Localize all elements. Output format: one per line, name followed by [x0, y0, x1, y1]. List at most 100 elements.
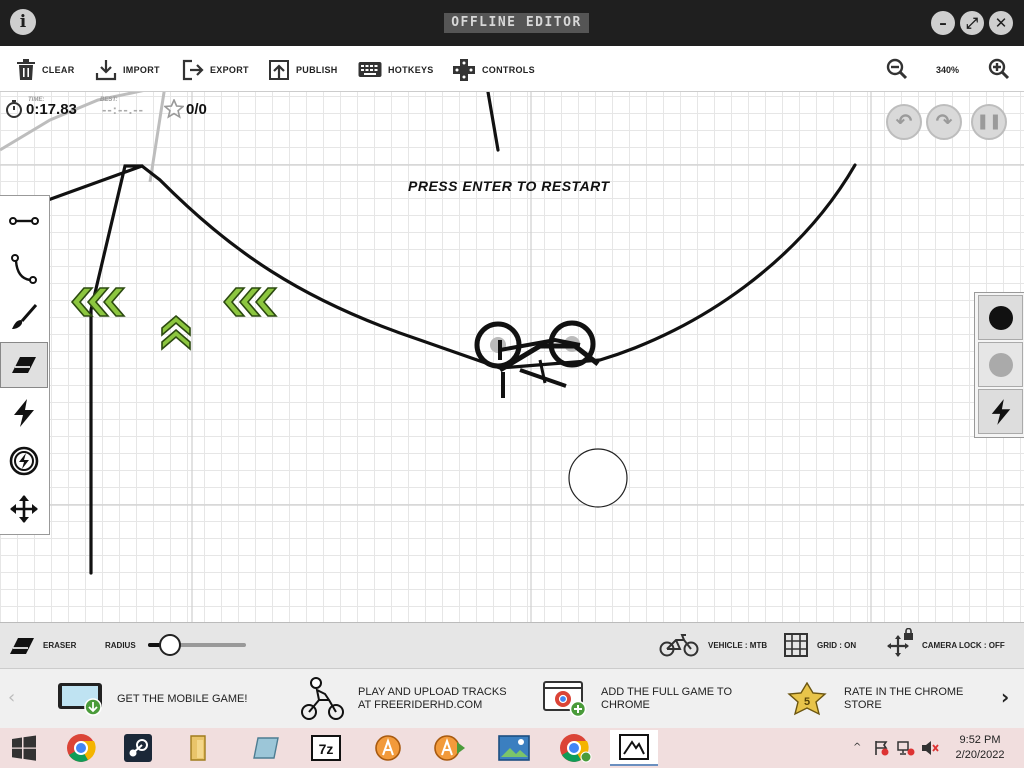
- svg-text:5: 5: [804, 696, 810, 708]
- hotkeys-button[interactable]: HOTKEYS: [358, 58, 434, 82]
- import-button[interactable]: IMPORT: [95, 58, 160, 82]
- move-icon[interactable]: [0, 486, 48, 532]
- zoom-in-icon[interactable]: [988, 58, 1010, 80]
- hotkeys-label: HOTKEYS: [388, 65, 434, 75]
- stopwatch-icon: [6, 100, 22, 118]
- 7zip-icon[interactable]: 7z: [302, 730, 350, 766]
- line-type-panel: [974, 292, 1024, 438]
- promo-freeriderhd[interactable]: PLAY AND UPLOAD TRACKS AT FREERIDERHD.CO…: [300, 677, 508, 721]
- keyboard-icon: [358, 62, 382, 77]
- promo-bar: ‹ GET THE MOBILE GAME! PLAY AND UPLOAD T…: [0, 668, 1024, 728]
- windows-start-icon[interactable]: [0, 730, 48, 766]
- import-icon: [95, 60, 117, 81]
- promo-chrome[interactable]: ADD THE FULL GAME TO CHROME: [543, 677, 751, 721]
- vehicle-setting[interactable]: VEHICLE : MTB: [708, 641, 767, 650]
- camera-lock-icon: [887, 628, 913, 657]
- redo-icon[interactable]: ↷: [926, 104, 962, 140]
- promo-freeriderhd-text: PLAY AND UPLOAD TRACKS AT FREERIDERHD.CO…: [358, 686, 507, 711]
- eraser-icon: [10, 638, 34, 654]
- time-value: 0:17.83: [26, 101, 77, 118]
- curve-icon[interactable]: [0, 246, 48, 292]
- export-label: EXPORT: [210, 65, 249, 75]
- promo-next-icon[interactable]: ›: [1001, 685, 1009, 709]
- app-icon-1[interactable]: [364, 730, 412, 766]
- tool-panel: [0, 195, 50, 535]
- promo-rate-text: RATE IN THE CHROME STORE: [844, 686, 964, 711]
- controls-button[interactable]: CONTROLS: [452, 58, 535, 82]
- brush-icon[interactable]: [0, 294, 48, 340]
- tray-chevron-icon[interactable]: ^: [853, 742, 861, 753]
- bike-icon: [659, 634, 699, 657]
- eraser-icon[interactable]: [0, 342, 48, 388]
- black-line-swatch[interactable]: [978, 295, 1023, 340]
- stars-count: 0/0: [186, 101, 207, 118]
- radius-label: RADIUS: [105, 641, 136, 650]
- zoom-level: 340%: [936, 65, 960, 75]
- restart-message: PRESS ENTER TO RESTART: [408, 178, 610, 194]
- radius-slider-handle[interactable]: [158, 634, 181, 656]
- trash-icon: [17, 59, 35, 80]
- gray-line-swatch[interactable]: [978, 342, 1023, 387]
- export-icon: [182, 59, 204, 81]
- chrome-icon[interactable]: [57, 730, 105, 766]
- close-icon[interactable]: ✕: [989, 11, 1013, 35]
- publish-label: PUBLISH: [296, 65, 338, 75]
- rating-star-icon: 5: [787, 682, 827, 716]
- track-canvas[interactable]: TIME: 0:17.83 BEST: --:--.-- 0/0 PRESS E…: [0, 92, 1024, 622]
- gamepad-icon: [453, 59, 475, 81]
- info-icon[interactable]: i: [10, 9, 36, 35]
- publish-button[interactable]: PUBLISH: [268, 58, 338, 82]
- export-button[interactable]: EXPORT: [182, 58, 249, 82]
- promo-prev-icon[interactable]: ‹: [8, 687, 15, 708]
- grid-icon: [784, 633, 808, 657]
- pause-icon[interactable]: ❚❚: [971, 104, 1007, 140]
- target-circle: [568, 448, 628, 508]
- promo-mobile-game[interactable]: GET THE MOBILE GAME!: [57, 677, 247, 721]
- promo-rate[interactable]: 5 RATE IN THE CHROME STORE: [782, 677, 994, 721]
- tool-options-bar: ERASER RADIUS VEHICLE : MTB GRID : ON CA…: [0, 622, 1024, 668]
- chrome-window-icon: [543, 681, 587, 717]
- boost-arrows-left-2: [222, 287, 278, 317]
- radius-slider[interactable]: [148, 634, 246, 656]
- maximize-icon[interactable]: ⤢: [960, 11, 984, 35]
- undo-icon[interactable]: ↶: [886, 104, 922, 140]
- chrome-profile-icon[interactable]: [552, 730, 600, 766]
- publish-icon: [269, 60, 289, 80]
- app-title: OFFLINE EDITOR: [444, 13, 589, 33]
- steam-icon[interactable]: [114, 730, 162, 766]
- app-icon-2[interactable]: [425, 730, 473, 766]
- lightning-icon[interactable]: [978, 389, 1023, 434]
- controls-label: CONTROLS: [482, 65, 535, 75]
- rider-icon: [301, 677, 344, 720]
- star-icon: [164, 99, 184, 119]
- network-icon[interactable]: [897, 740, 915, 756]
- boost-arrows-up: [161, 314, 191, 351]
- free-rider-editor-taskbar-icon[interactable]: [610, 730, 658, 766]
- photos-app-icon[interactable]: [490, 730, 538, 766]
- clock-date: 2/20/2022: [955, 749, 1005, 761]
- windows-taskbar: 7z ^ 9:52 PM 2/20/2022: [0, 728, 1024, 768]
- title-bar: i OFFLINE EDITOR – ⤢ ✕: [0, 0, 1024, 46]
- editor-toolbar: CLEAR IMPORT EXPORT PUBLISH HOTKEYS CONT…: [0, 46, 1024, 92]
- camera-lock-setting[interactable]: CAMERA LOCK : OFF: [922, 641, 1005, 650]
- straight-line-icon[interactable]: [0, 198, 48, 244]
- flag-icon[interactable]: [873, 740, 889, 756]
- grid-setting[interactable]: GRID : ON: [817, 641, 856, 650]
- minimize-icon[interactable]: –: [931, 11, 955, 35]
- boost-icon[interactable]: [0, 390, 48, 436]
- boost-arrows-left-1: [70, 287, 126, 317]
- volume-icon[interactable]: [921, 740, 939, 756]
- clear-button[interactable]: CLEAR: [16, 58, 75, 82]
- file-explorer-icon[interactable]: [174, 730, 222, 766]
- notes-app-icon[interactable]: [243, 730, 291, 766]
- track-drawing: [0, 92, 1024, 622]
- zoom-out-icon[interactable]: [886, 58, 908, 80]
- clock-time: 9:52 PM: [959, 734, 1001, 746]
- gravity-icon[interactable]: [0, 438, 48, 484]
- import-label: IMPORT: [123, 65, 160, 75]
- system-clock[interactable]: 9:52 PM 2/20/2022: [950, 733, 1010, 763]
- promo-chrome-text: ADD THE FULL GAME TO CHROME: [601, 686, 733, 711]
- mobile-device-icon: [58, 683, 102, 716]
- svg-text:7z: 7z: [319, 741, 334, 757]
- clear-label: CLEAR: [42, 65, 75, 75]
